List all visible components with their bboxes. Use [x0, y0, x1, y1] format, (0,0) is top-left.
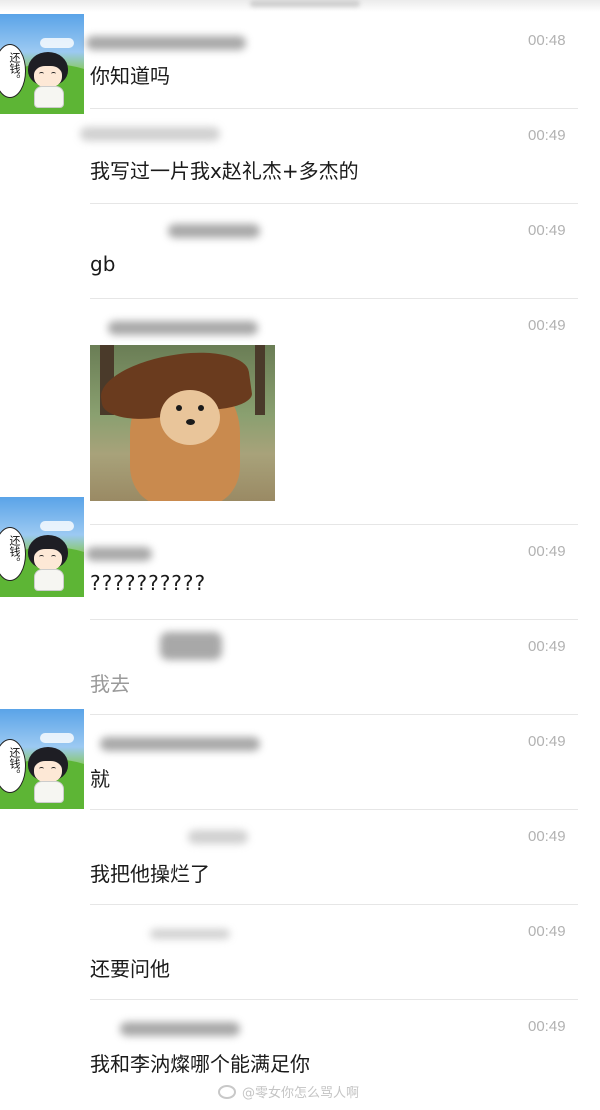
sender-name-redacted — [150, 929, 230, 939]
message-time: 00:48 — [528, 32, 566, 49]
sender-name-redacted — [86, 36, 246, 50]
sender-name-redacted — [160, 632, 222, 660]
message-text: 我把他操烂了 — [90, 862, 210, 886]
top-status-strip — [0, 0, 600, 12]
sender-name-redacted — [80, 127, 220, 141]
message-time: 00:49 — [528, 317, 566, 334]
avatar-bubble-text: 还钱。 — [8, 747, 21, 780]
message-text: 我和李汭燦哪个能满足你 — [90, 1052, 310, 1076]
message-time: 00:49 — [528, 828, 566, 845]
blurred-header — [250, 0, 360, 7]
message-time: 00:49 — [528, 1018, 566, 1035]
sender-name-redacted — [168, 224, 260, 238]
avatar-bubble-text: 还钱。 — [8, 535, 21, 568]
message-time: 00:49 — [528, 543, 566, 560]
chat-message: 00:49 我去 — [0, 620, 600, 714]
message-text: 还要问他 — [90, 957, 170, 981]
watermark-text: @零女你怎么骂人啊 — [242, 1086, 360, 1101]
avatar[interactable]: 还钱。 — [0, 497, 84, 597]
sender-name-redacted — [188, 830, 248, 844]
sender-name-redacted — [108, 321, 258, 335]
avatar[interactable]: 还钱。 — [0, 14, 84, 114]
weibo-icon — [218, 1084, 236, 1099]
chat-message: 00:49 我写过一片我x赵礼杰+多杰的 — [0, 109, 600, 203]
chat-message: 00:49 — [0, 299, 600, 524]
chat-message: 00:49 还要问他 — [0, 905, 600, 999]
message-text: gb — [90, 252, 116, 276]
message-time: 00:49 — [528, 733, 566, 750]
message-time: 00:49 — [528, 638, 566, 655]
chat-message: 00:49 gb — [0, 204, 600, 298]
message-time: 00:49 — [528, 222, 566, 239]
chat-message: 还钱。 00:49 就 — [0, 709, 600, 809]
avatar[interactable]: 还钱。 — [0, 709, 84, 809]
avatar-bubble-text: 还钱。 — [8, 52, 21, 85]
chat-message: 00:49 我和李汭燦哪个能满足你 — [0, 1000, 600, 1084]
chat-message: 00:49 我把他操烂了 — [0, 810, 600, 904]
sender-name-redacted — [86, 547, 152, 561]
dog-meme-image[interactable] — [90, 345, 275, 501]
message-text: 就 — [90, 767, 110, 791]
message-text: 我写过一片我x赵礼杰+多杰的 — [90, 159, 359, 183]
sender-name-redacted — [120, 1022, 240, 1036]
chat-message: 还钱。 00:49 ?????????? — [0, 497, 600, 619]
message-time: 00:49 — [528, 923, 566, 940]
watermark: @零女你怎么骂人啊 — [218, 1082, 359, 1101]
chat-message: 还钱。 00:48 你知道吗 — [0, 14, 600, 114]
message-text: 你知道吗 — [90, 64, 170, 88]
sender-name-redacted — [100, 737, 260, 751]
message-time: 00:49 — [528, 127, 566, 144]
message-text: ?????????? — [90, 571, 207, 595]
message-text: 我去 — [90, 672, 130, 696]
